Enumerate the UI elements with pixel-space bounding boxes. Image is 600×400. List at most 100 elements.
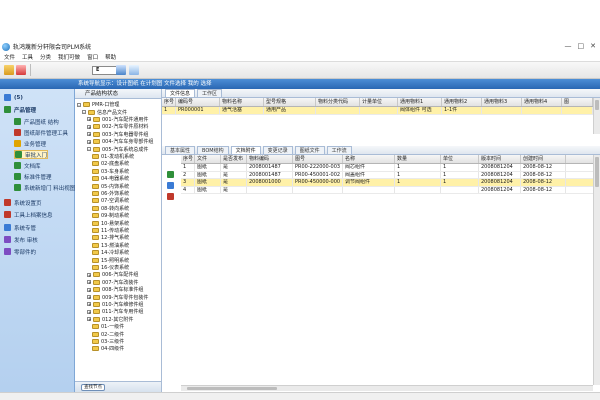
- tree-node[interactable]: +002-汽车零件原材料: [87, 123, 148, 130]
- nav-item-settings[interactable]: 系统设置页: [4, 198, 42, 207]
- tree-node[interactable]: +004-汽车车身零部件组: [87, 138, 153, 145]
- refresh-icon[interactable]: [129, 65, 139, 75]
- column-header[interactable]: 版本时间: [479, 155, 521, 163]
- top-grid-scrollbar[interactable]: [593, 98, 600, 134]
- column-header[interactable]: 图: [562, 98, 593, 106]
- column-header[interactable]: 通用物料2: [442, 98, 482, 106]
- tree-node[interactable]: 16-仪表系统: [92, 264, 129, 271]
- tree-node[interactable]: 14-冷却系统: [92, 249, 129, 256]
- expand-icon[interactable]: +: [87, 124, 91, 129]
- column-header[interactable]: 物料分类代码: [316, 98, 360, 106]
- tree-node[interactable]: 01-一级件: [92, 323, 124, 330]
- tree-node[interactable]: +011-汽车专用件组: [87, 308, 143, 315]
- tree-node[interactable]: 03-三级件: [92, 338, 124, 345]
- nav-item-view[interactable]: 系统新增门 料出视图: [14, 183, 75, 192]
- minimize-button[interactable]: —: [565, 42, 572, 50]
- table-row[interactable]: 4 图纸是 2008081204 2008-08-12: [181, 186, 593, 194]
- tree-node[interactable]: - PMR-口管理: [77, 101, 119, 108]
- close-button[interactable]: ✕: [590, 42, 596, 50]
- nav-item-approve[interactable]: 审批入门: [14, 150, 49, 159]
- nav-item-release[interactable]: 发布 审核: [4, 235, 38, 244]
- expand-icon[interactable]: +: [87, 117, 91, 122]
- bottom-grid-scrollbar[interactable]: [593, 155, 600, 385]
- tree-node[interactable]: +003-汽车电器零件组: [87, 131, 148, 138]
- tree-node[interactable]: 09-制动系统: [92, 212, 129, 219]
- tree-node[interactable]: +008-汽车标准件组: [87, 286, 143, 293]
- tree-node[interactable]: 01-发动机系统: [92, 153, 134, 160]
- tab-drawing-files[interactable]: 图纸文件: [294, 146, 325, 154]
- tab-workflow[interactable]: 工作流: [326, 146, 352, 154]
- column-header[interactable]: 创建时间: [521, 155, 566, 163]
- tree-node[interactable]: 07-空调系统: [92, 197, 129, 204]
- tree-node[interactable]: +001-汽车配件通用件: [87, 116, 148, 123]
- tree-node[interactable]: +006-汽车配件组: [87, 271, 138, 278]
- tab-workspace[interactable]: 工作区: [197, 89, 223, 97]
- expand-icon[interactable]: +: [87, 132, 91, 137]
- nav-item-standard[interactable]: 标准件管理: [14, 172, 52, 181]
- column-header[interactable]: 名称: [343, 155, 395, 163]
- tab-basic-attributes[interactable]: 基本属性: [165, 146, 196, 154]
- column-header[interactable]: 单位: [441, 155, 479, 163]
- tab-file-info[interactable]: 文件信息: [165, 89, 196, 97]
- expand-icon[interactable]: +: [87, 295, 91, 300]
- maximize-button[interactable]: □: [578, 42, 585, 50]
- table-row[interactable]: 1 PR000001 通气活塞 通用产品 阀体组件 可选 1-1件: [162, 107, 600, 115]
- nav-item-home[interactable]: (5): [4, 93, 23, 102]
- column-header[interactable]: 编码号: [176, 98, 220, 106]
- nav-item-docs[interactable]: 文档库: [14, 161, 41, 170]
- edit-row-icon[interactable]: [167, 182, 174, 189]
- menu-tools[interactable]: 工具: [22, 53, 33, 61]
- tab-change-log[interactable]: 变更记录: [262, 146, 293, 154]
- nav-item-business[interactable]: 业务管理: [14, 139, 46, 148]
- column-header[interactable]: 文件: [195, 155, 221, 163]
- nav-item-drawing[interactable]: 产品图纸 结构: [14, 117, 59, 126]
- find-node-button[interactable]: 查找节点: [81, 384, 105, 391]
- expand-icon[interactable]: +: [87, 139, 91, 144]
- tree-node[interactable]: 05-内饰系统: [92, 182, 129, 190]
- column-header[interactable]: 序号: [162, 98, 176, 106]
- column-header[interactable]: 数量: [395, 155, 441, 163]
- exit-icon[interactable]: [16, 65, 26, 75]
- tree-node[interactable]: 02-底盘系统: [92, 160, 129, 167]
- menu-window[interactable]: 窗口: [87, 53, 98, 61]
- tree-node[interactable]: +012-其它附件: [87, 316, 133, 323]
- tree-node[interactable]: - 信息产品文件: [82, 108, 127, 116]
- nav-item-system[interactable]: 系统专管: [4, 223, 36, 232]
- tree-node[interactable]: 15-照明系统: [92, 256, 129, 264]
- column-header[interactable]: 计量单位: [360, 98, 398, 106]
- column-header[interactable]: 图号: [293, 155, 343, 163]
- column-header[interactable]: 通用物料1: [398, 98, 442, 106]
- tree-node[interactable]: 04-四级件: [92, 345, 124, 352]
- delete-row-icon[interactable]: [167, 193, 174, 200]
- column-header[interactable]: 通用物料4: [522, 98, 562, 106]
- tree-node[interactable]: 11-传动系统: [92, 227, 129, 234]
- tree-node[interactable]: 03-车身系统: [92, 168, 129, 175]
- collapse-icon[interactable]: -: [87, 147, 91, 152]
- tree-node[interactable]: - 005-汽车系统总成件: [87, 145, 148, 153]
- tree-node[interactable]: 02-二级件: [92, 330, 124, 338]
- nav-item-part[interactable]: 零部件的: [4, 247, 36, 256]
- expand-icon[interactable]: +: [87, 302, 91, 307]
- user-icon[interactable]: [4, 65, 14, 75]
- save-icon[interactable]: [116, 65, 126, 75]
- nav-item-tools[interactable]: 工具上档案信息: [4, 210, 53, 219]
- menu-category[interactable]: 分类: [40, 53, 51, 61]
- add-row-icon[interactable]: [167, 171, 174, 178]
- table-row[interactable]: 3 图纸是 2008001000 PR00-450000-000 调节阀组件 1 1 2008…: [181, 179, 593, 187]
- tree-node[interactable]: +010-汽车维修件组: [87, 301, 143, 308]
- bottom-grid-hscrollbar[interactable]: [181, 385, 593, 391]
- column-header[interactable]: 序号: [181, 155, 195, 163]
- table-row[interactable]: 2 图纸是 2008001487 PR00-450001-002 阀盖组件 1 1 20080…: [181, 171, 593, 179]
- tree-node[interactable]: 13-燃油系统: [92, 242, 129, 249]
- tree-node[interactable]: 04-电器系统: [92, 175, 129, 182]
- column-header[interactable]: 物料编码: [247, 155, 293, 163]
- column-header[interactable]: 型号规格: [264, 98, 316, 106]
- column-header[interactable]: 是否发布: [221, 155, 247, 163]
- column-header[interactable]: 物料名称: [220, 98, 264, 106]
- column-header[interactable]: 通用物料3: [482, 98, 522, 106]
- tree-node[interactable]: 06-外饰系统: [92, 190, 129, 197]
- tree-node[interactable]: +007-汽车改装件: [87, 279, 138, 286]
- nav-item-product[interactable]: 产品管理: [4, 105, 36, 114]
- tree-node[interactable]: 10-悬架系统: [92, 219, 129, 227]
- tree-node[interactable]: 12-排气系统: [92, 234, 129, 241]
